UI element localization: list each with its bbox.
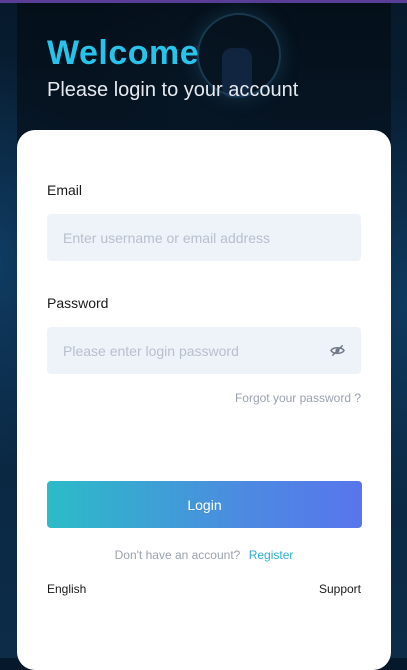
login-button[interactable]: Login xyxy=(47,481,362,528)
password-input[interactable] xyxy=(47,327,361,374)
register-prompt: Don't have an account? xyxy=(114,548,241,562)
email-label: Email xyxy=(47,182,83,198)
welcome-title: Welcome xyxy=(47,34,200,72)
eye-slash-icon[interactable] xyxy=(330,343,345,358)
login-card: Email Password Forgot your password ? Lo… xyxy=(17,130,391,670)
register-link[interactable]: Register xyxy=(249,548,294,562)
email-field-container xyxy=(47,214,361,261)
forgot-password-link[interactable]: Forgot your password ? xyxy=(235,391,361,405)
password-label: Password xyxy=(47,295,109,311)
language-selector[interactable]: English xyxy=(47,582,86,596)
support-link[interactable]: Support xyxy=(319,582,361,596)
header-panel xyxy=(17,3,391,143)
email-input[interactable] xyxy=(47,214,361,261)
password-field-container xyxy=(47,327,361,374)
register-row: Don't have an account? Register xyxy=(17,548,391,562)
welcome-subtitle: Please login to your account xyxy=(47,79,299,101)
